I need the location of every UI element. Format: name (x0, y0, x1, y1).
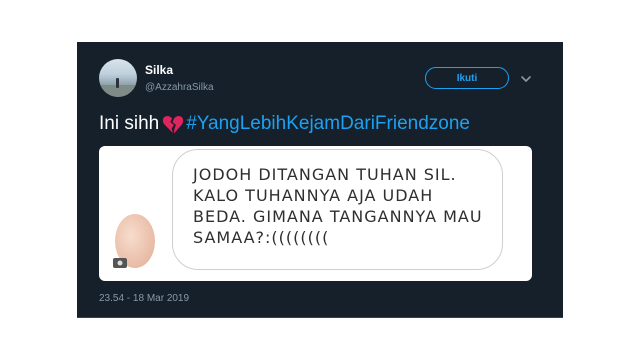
broken-heart-icon (163, 115, 184, 134)
tweet-card: Silka @AzzahraSilka Ikuti Ini sihh #Yang… (77, 42, 563, 318)
chat-line: SAMAA?:(((((((( (193, 228, 330, 247)
avatar[interactable] (99, 59, 137, 97)
chat-line: BEDA. GIMANA TANGANNYA MAU (193, 207, 483, 226)
tweet-media-image[interactable]: JODOH DITANGAN TUHAN SIL. KALO TUHANNYA … (99, 146, 532, 281)
avatar-figure (116, 78, 119, 88)
chat-line: JODOH DITANGAN TUHAN SIL. (193, 165, 457, 184)
tweet-timestamp[interactable]: 23.54 - 18 Mar 2019 (99, 293, 189, 304)
chat-bubble: JODOH DITANGAN TUHAN SIL. KALO TUHANNYA … (172, 149, 503, 270)
chevron-down-icon[interactable] (519, 72, 533, 86)
hashtag-link[interactable]: #YangLebihKejamDariFriendzone (186, 113, 470, 135)
tweet-text: Ini sihh #YangLebihKejamDariFriendzone (99, 113, 470, 135)
egg-avatar-icon (113, 214, 155, 268)
author-display-name[interactable]: Silka (145, 63, 173, 77)
tweet-text-prefix: Ini sihh (99, 113, 160, 134)
divider (77, 317, 563, 318)
follow-button[interactable]: Ikuti (425, 67, 509, 89)
author-handle[interactable]: @AzzahraSilka (145, 82, 214, 93)
chat-line: KALO TUHANNYA AJA UDAH (193, 186, 434, 205)
